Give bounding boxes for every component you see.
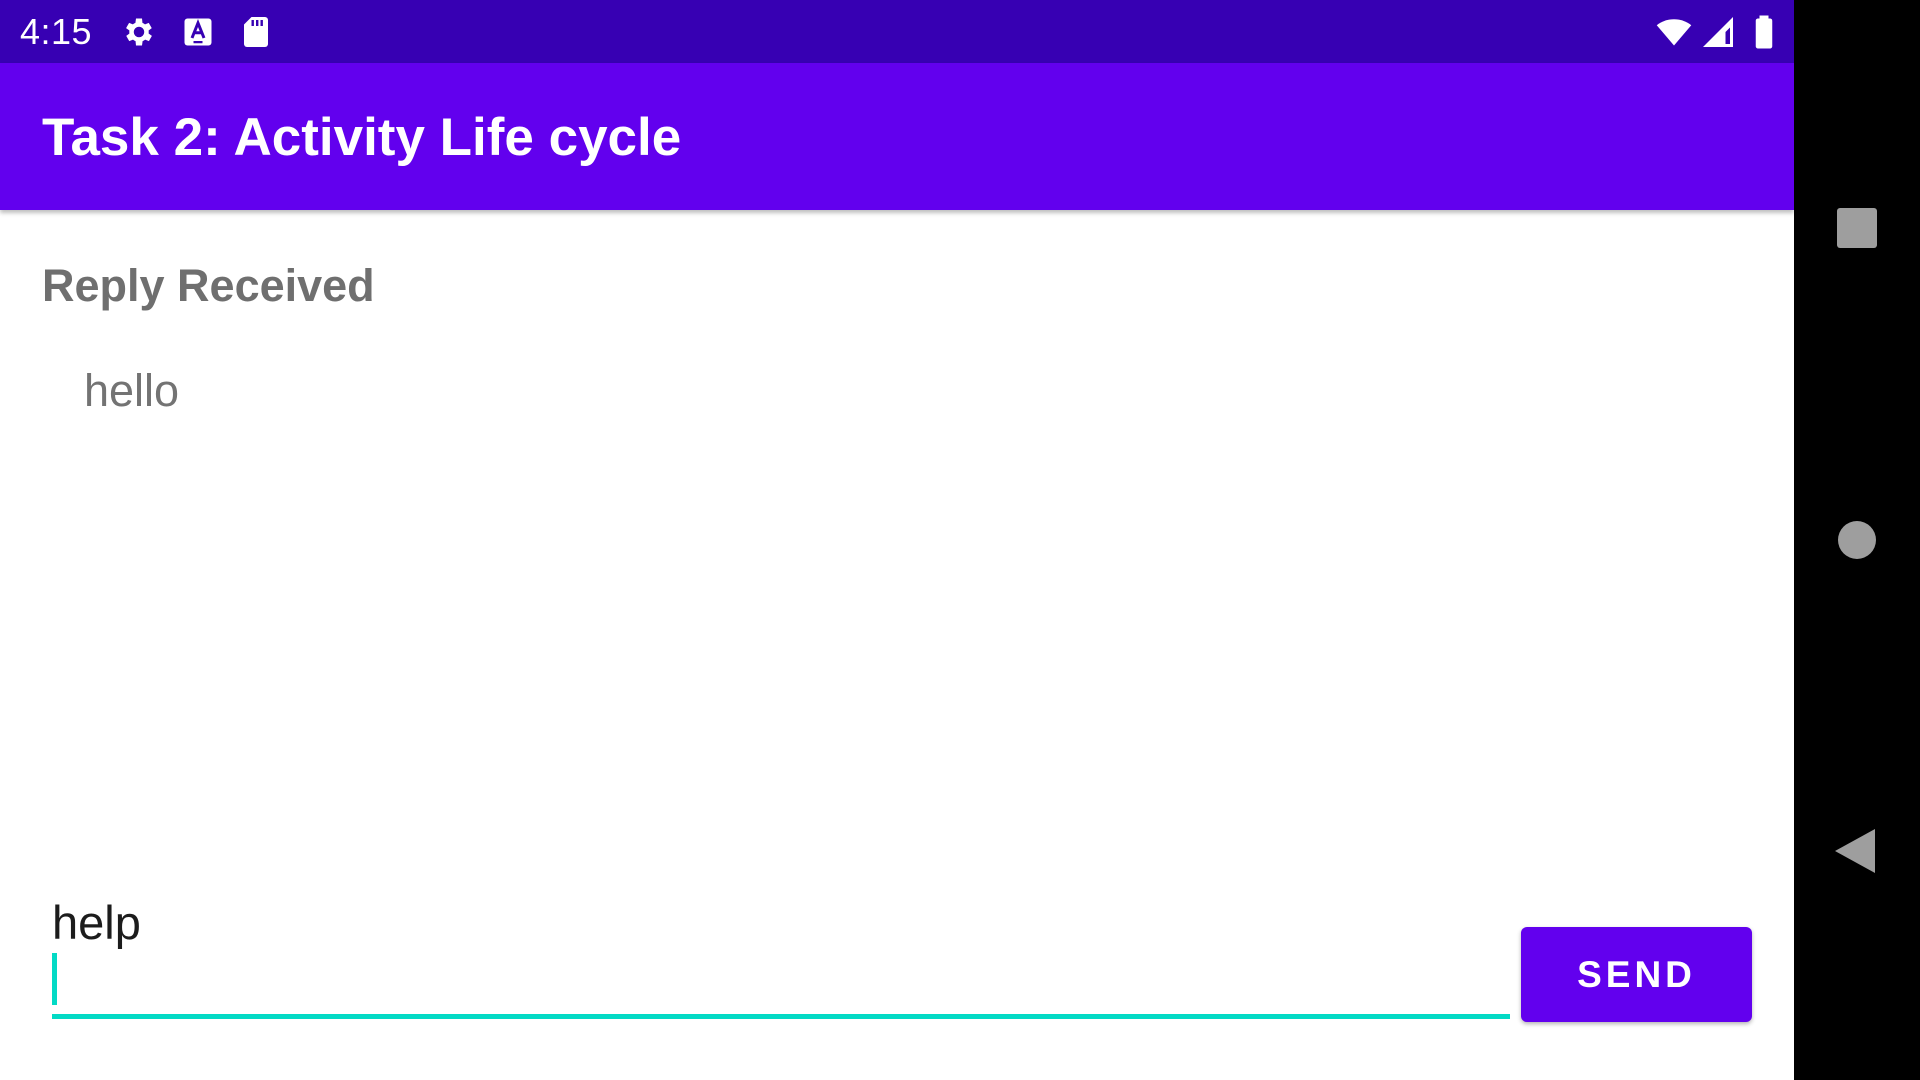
back-triangle-icon[interactable] <box>1827 821 1887 881</box>
cellular-signal-icon <box>1700 14 1736 50</box>
app-bar: Task 2: Activity Life cycle <box>0 63 1794 210</box>
page-title: Task 2: Activity Life cycle <box>42 108 682 167</box>
reply-message: hello <box>84 365 180 416</box>
text-cursor <box>52 953 57 1005</box>
sd-card-icon <box>238 14 274 50</box>
recents-square-icon[interactable] <box>1827 198 1887 258</box>
status-time: 4:15 <box>20 11 93 52</box>
wifi-icon <box>1656 14 1692 50</box>
message-input-text: help <box>52 896 141 949</box>
app-screen: 4:15 Task 2: Activity Life cycle Reply R… <box>0 0 1794 1080</box>
message-input[interactable]: help <box>52 894 1510 1020</box>
input-underline <box>52 1014 1510 1019</box>
accessibility-a-icon <box>180 14 216 50</box>
battery-icon <box>1746 14 1782 50</box>
send-button[interactable]: SEND <box>1521 927 1752 1022</box>
reply-header: Reply Received <box>42 260 375 311</box>
home-circle-icon[interactable] <box>1827 510 1887 570</box>
send-button-label: SEND <box>1577 953 1696 995</box>
gear-icon <box>121 14 157 50</box>
status-bar: 4:15 <box>0 0 1794 63</box>
navigation-bar <box>1794 0 1920 1080</box>
